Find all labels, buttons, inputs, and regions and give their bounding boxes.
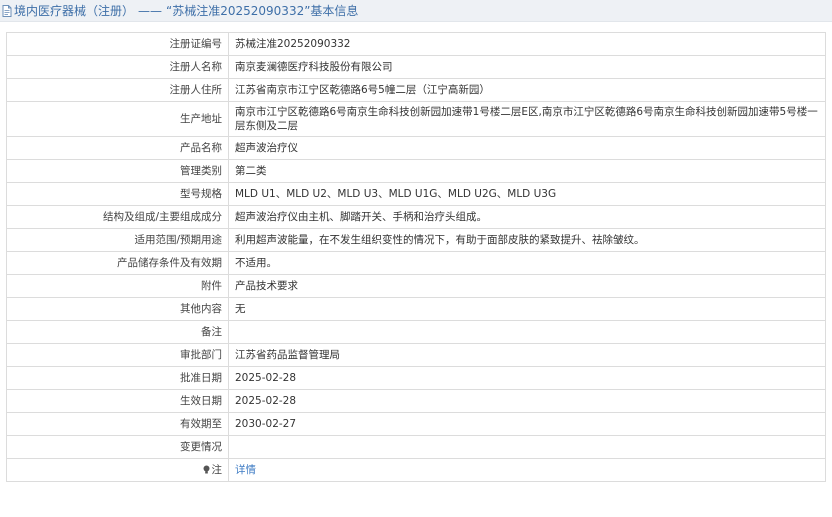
table-row: 注册证编号 苏械注准20252090332 bbox=[6, 32, 826, 56]
table-row: 有效期至 2030-02-27 bbox=[6, 412, 826, 436]
document-icon bbox=[2, 4, 12, 17]
field-label: 附件 bbox=[6, 274, 229, 298]
table-row: 型号规格 MLD U1、MLD U2、MLD U3、MLD U1G、MLD U2G… bbox=[6, 182, 826, 206]
field-label: 备注 bbox=[6, 320, 229, 344]
field-label: 其他内容 bbox=[6, 297, 229, 321]
breadcrumb-section[interactable]: 境内医疗器械（注册） bbox=[14, 4, 134, 18]
table-row: 其他内容无 bbox=[6, 297, 826, 321]
note-label-cell: 注 bbox=[6, 458, 229, 482]
table-row: 产品储存条件及有效期 不适用。 bbox=[6, 251, 826, 275]
table-row: 管理类别 第二类 bbox=[6, 159, 826, 183]
field-label: 注册人名称 bbox=[6, 55, 229, 79]
breadcrumb: 境内医疗器械（注册） —— “苏械注准20252090332”基本信息 bbox=[14, 2, 358, 19]
info-table: 注册证编号 苏械注准20252090332 注册人名称 南京麦澜德医疗科技股份有限公司… bbox=[6, 32, 826, 482]
field-label: 变更情况 bbox=[6, 435, 229, 459]
field-label: 产品名称 bbox=[6, 136, 229, 160]
field-value bbox=[228, 320, 826, 344]
note-value-cell: 详情 bbox=[228, 458, 826, 482]
field-label: 型号规格 bbox=[6, 182, 229, 206]
table-row: 结构及组成/主要组成成分 超声波治疗仪由主机、脚踏开关、手柄和治疗头组成。 bbox=[6, 205, 826, 229]
table-row: 适用范围/预期用途 利用超声波能量，在不发生组织变性的情况下，有助于面部皮肤的紧致… bbox=[6, 228, 826, 252]
field-value: 苏械注准20252090332 bbox=[228, 32, 826, 56]
field-value: 2025-02-28 bbox=[228, 389, 826, 413]
table-row: 附件 产品技术要求 bbox=[6, 274, 826, 298]
field-label: 生效日期 bbox=[6, 389, 229, 413]
table-row: 注册人名称 南京麦澜德医疗科技股份有限公司 bbox=[6, 55, 826, 79]
table-row: 变更情况 bbox=[6, 435, 826, 459]
field-label: 适用范围/预期用途 bbox=[6, 228, 229, 252]
breadcrumb-separator: —— bbox=[138, 4, 163, 18]
field-value: 不适用。 bbox=[228, 251, 826, 275]
details-link[interactable]: 详情 bbox=[235, 464, 256, 476]
field-label: 注册证编号 bbox=[6, 32, 229, 56]
field-value: 江苏省南京市江宁区乾德路6号5幢二层（江宁高新园） bbox=[228, 78, 826, 102]
page-title: “苏械注准20252090332”基本信息 bbox=[166, 4, 359, 18]
field-label: 审批部门 bbox=[6, 343, 229, 367]
field-value: 产品技术要求 bbox=[228, 274, 826, 298]
field-value: 超声波治疗仪 bbox=[228, 136, 826, 160]
note-row: 注详情 bbox=[6, 458, 826, 482]
field-value: 第二类 bbox=[228, 159, 826, 183]
field-label: 批准日期 bbox=[6, 366, 229, 390]
field-value: 无 bbox=[228, 297, 826, 321]
info-table-container: 注册证编号 苏械注准20252090332 注册人名称 南京麦澜德医疗科技股份有限公司… bbox=[6, 32, 826, 482]
field-label: 管理类别 bbox=[6, 159, 229, 183]
field-value: 南京麦澜德医疗科技股份有限公司 bbox=[228, 55, 826, 79]
field-value: 2025-02-28 bbox=[228, 366, 826, 390]
field-value bbox=[228, 435, 826, 459]
table-row: 产品名称 超声波治疗仪 bbox=[6, 136, 826, 160]
table-row: 注册人住所 江苏省南京市江宁区乾德路6号5幢二层（江宁高新园） bbox=[6, 78, 826, 102]
field-value: 利用超声波能量，在不发生组织变性的情况下，有助于面部皮肤的紧致提升、祛除皱纹。 bbox=[228, 228, 826, 252]
field-value: 南京市江宁区乾德路6号南京生命科技创新园加速带1号楼二层E区,南京市江宁区乾德路… bbox=[228, 101, 826, 137]
field-label: 生产地址 bbox=[6, 101, 229, 137]
breadcrumb-bar: 境内医疗器械（注册） —— “苏械注准20252090332”基本信息 bbox=[0, 0, 832, 22]
table-row: 审批部门 江苏省药品监督管理局 bbox=[6, 343, 826, 367]
field-value: 江苏省药品监督管理局 bbox=[228, 343, 826, 367]
lightbulb-icon bbox=[202, 464, 211, 474]
field-label: 有效期至 bbox=[6, 412, 229, 436]
field-label: 注册人住所 bbox=[6, 78, 229, 102]
table-row: 生效日期 2025-02-28 bbox=[6, 389, 826, 413]
field-label: 产品储存条件及有效期 bbox=[6, 251, 229, 275]
field-value: MLD U1、MLD U2、MLD U3、MLD U1G、MLD U2G、MLD… bbox=[228, 182, 826, 206]
table-row: 批准日期 2025-02-28 bbox=[6, 366, 826, 390]
note-label: 注 bbox=[211, 464, 223, 476]
field-value: 超声波治疗仪由主机、脚踏开关、手柄和治疗头组成。 bbox=[228, 205, 826, 229]
field-label: 结构及组成/主要组成成分 bbox=[6, 205, 229, 229]
field-value: 2030-02-27 bbox=[228, 412, 826, 436]
table-row: 生产地址 南京市江宁区乾德路6号南京生命科技创新园加速带1号楼二层E区,南京市江宁… bbox=[6, 101, 826, 137]
table-row: 备注 bbox=[6, 320, 826, 344]
